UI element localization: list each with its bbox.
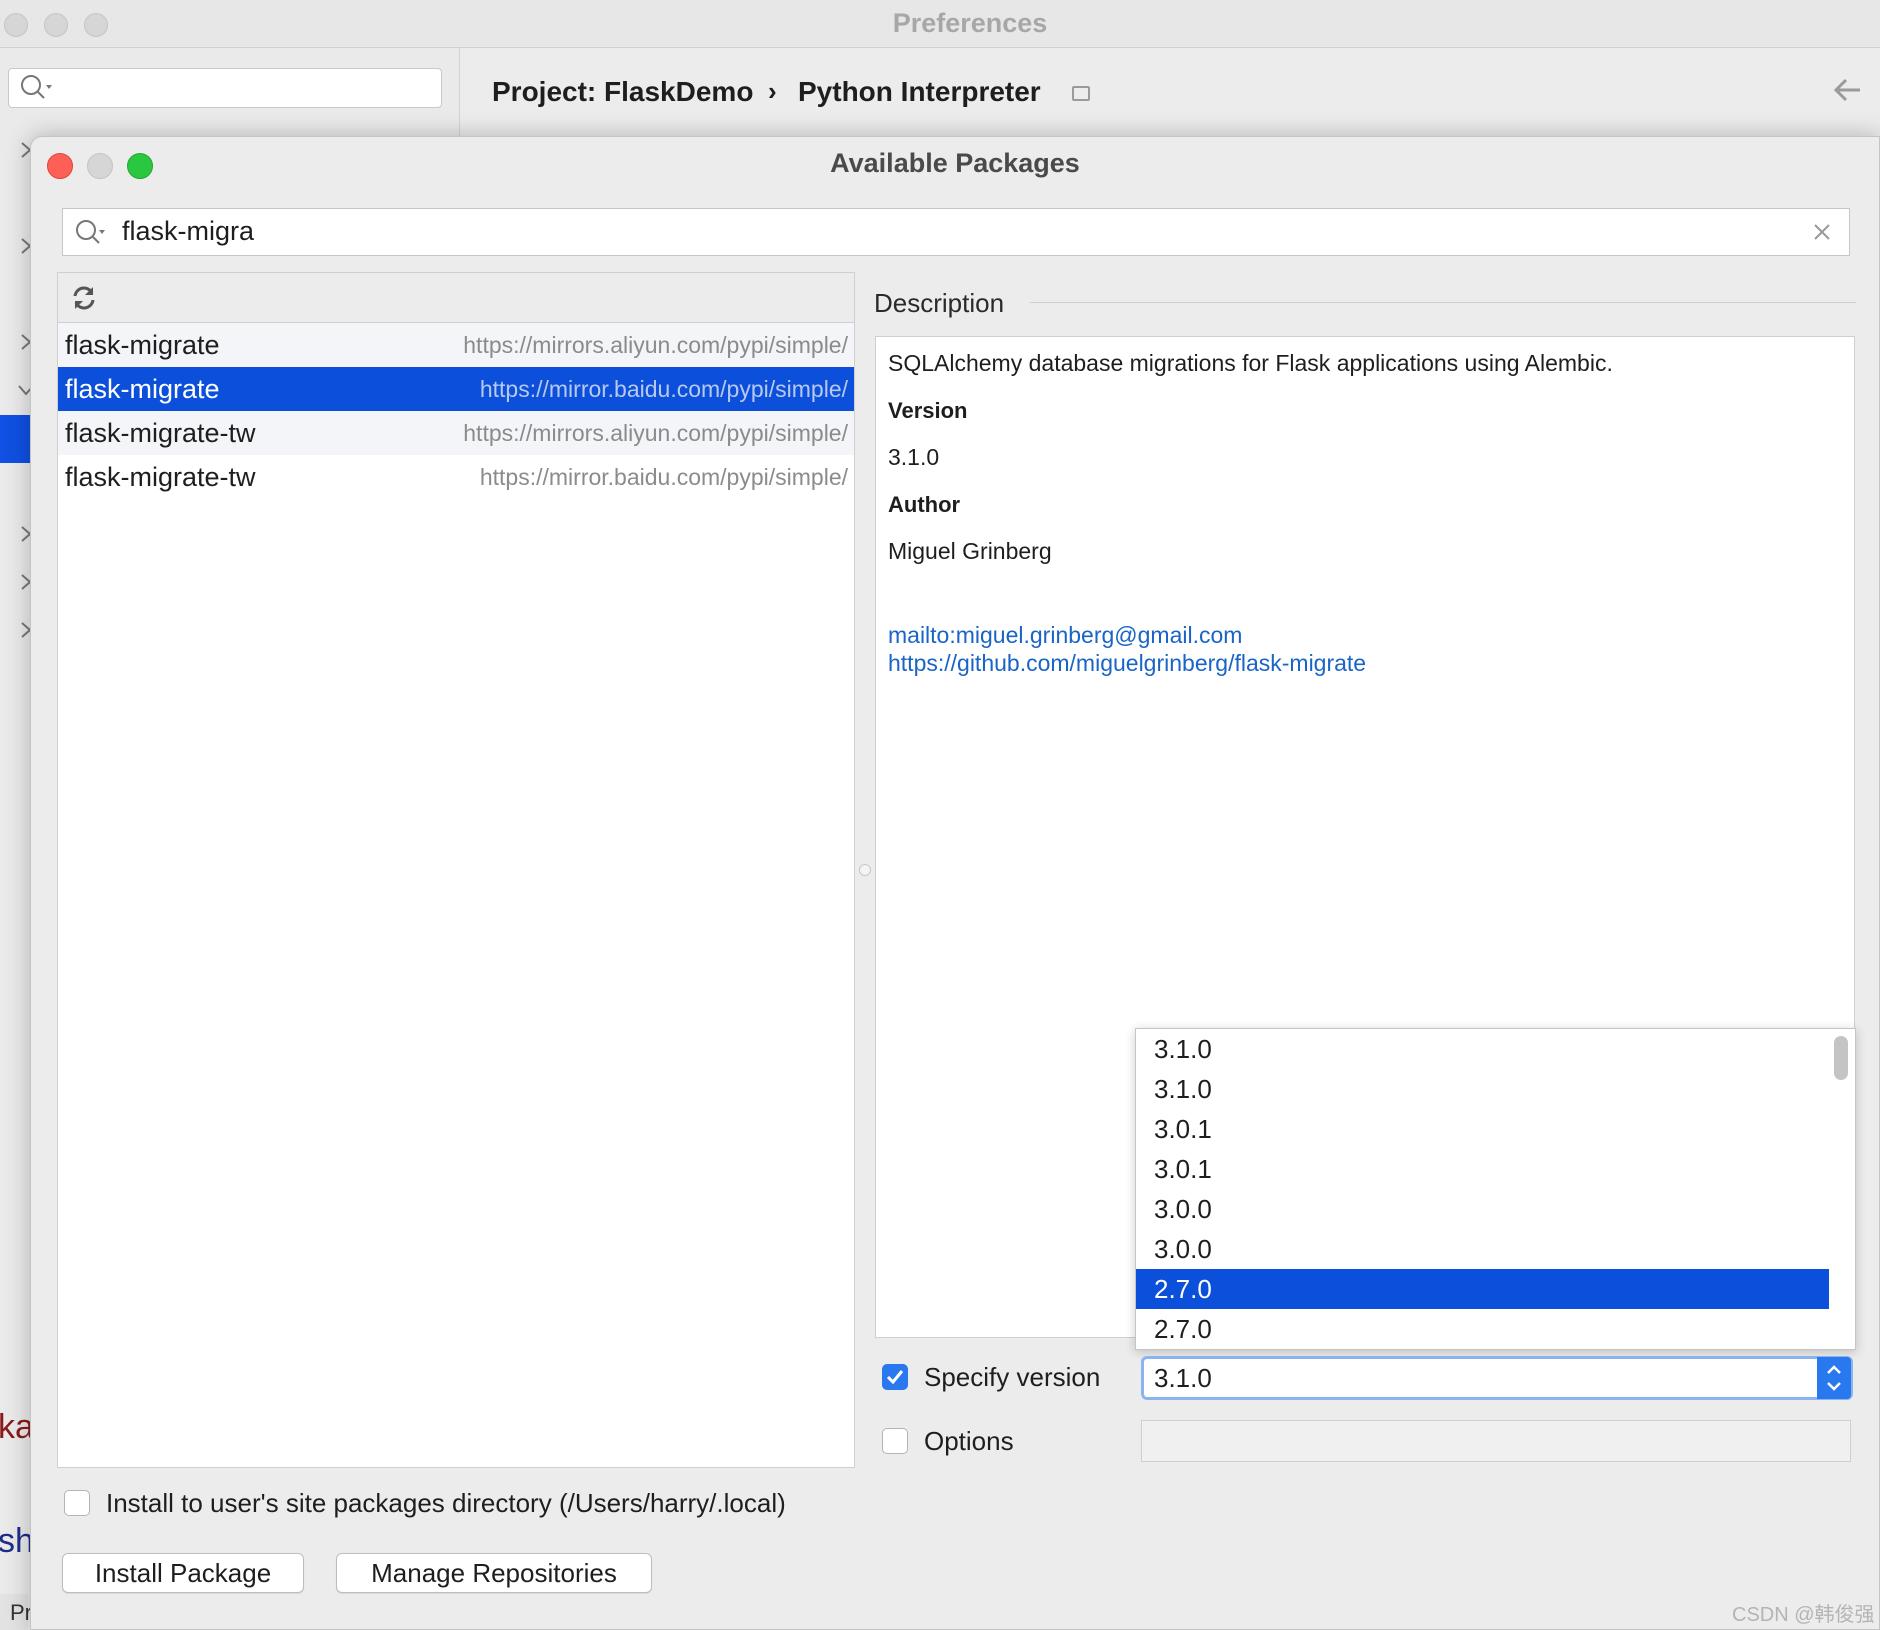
version-dropdown-list[interactable]: 3.1.0 3.1.0 3.0.1 3.0.1 3.0.0 3.0.0 2.7.0 2.7.0 [1135,1028,1856,1350]
repository-link[interactable]: https://github.com/miguelgrinberg/flask-… [888,650,1366,677]
package-name: flask-migrate-tw [65,461,256,492]
search-icon [21,75,52,99]
breadcrumb-separator: › [768,76,777,106]
install-to-user-label[interactable]: Install to user's site packages director… [106,1488,786,1519]
version-option[interactable]: 3.0.0 [1136,1189,1829,1229]
install-package-button[interactable]: Install Package [62,1553,304,1593]
package-name: flask-migrate-tw [65,417,256,448]
package-list-toolbar [57,272,855,322]
dialog-title: Available Packages [830,148,1080,178]
package-repository-url: https://mirror.baidu.com/pypi/simple/ [479,463,848,490]
package-repository-url: https://mirror.baidu.com/pypi/simple/ [479,375,848,402]
clear-search-icon[interactable] [1810,220,1834,244]
breadcrumb-project[interactable]: Project: FlaskDemo [492,76,753,108]
options-input[interactable] [1141,1420,1851,1462]
version-option[interactable]: 3.0.1 [1136,1149,1829,1189]
version-option[interactable]: 2.7.0 [1136,1309,1829,1349]
select-arrows-icon[interactable] [1817,1357,1851,1399]
package-row[interactable]: flask-migrate-tw https://mirror.baidu.com… [58,455,854,499]
project-scope-icon [1072,86,1090,101]
manage-repositories-button[interactable]: Manage Repositories [336,1553,652,1593]
preferences-search-input[interactable] [8,68,442,108]
back-arrow-icon[interactable] [1832,74,1864,106]
package-row[interactable]: flask-migrate https://mirrors.aliyun.com/… [58,323,854,367]
version-value: 3.1.0 [888,444,940,470]
watermark: CSDN @韩俊强 [1732,1604,1875,1626]
options-checkbox[interactable] [882,1428,908,1454]
search-input-value[interactable]: flask-migra [122,216,254,247]
description-divider [1030,302,1856,303]
version-select-value[interactable]: 3.1.0 [1154,1363,1212,1394]
background-editor-text: sh [0,1522,34,1560]
specify-version-label[interactable]: Specify version [924,1362,1100,1393]
description-label: Description [874,288,1005,318]
package-list[interactable]: flask-migrate https://mirrors.aliyun.com/… [57,322,855,1468]
version-option[interactable]: 2.7.0 [1136,1269,1829,1309]
refresh-icon[interactable] [70,284,98,312]
author-email-link[interactable]: mailto:miguel.grinberg@gmail.com [888,622,1242,649]
install-to-user-checkbox[interactable] [64,1490,90,1516]
splitter-handle[interactable] [859,864,871,876]
version-option[interactable]: 3.0.0 [1136,1229,1829,1269]
preferences-title: Preferences [892,8,1048,38]
package-summary: SQLAlchemy database migrations for Flask… [888,350,1613,376]
package-repository-url: https://mirrors.aliyun.com/pypi/simple/ [463,331,848,358]
author-heading: Author [888,492,961,517]
version-select[interactable] [1141,1356,1853,1400]
options-label[interactable]: Options [924,1426,1014,1457]
package-repository-url: https://mirrors.aliyun.com/pypi/simple/ [463,419,848,446]
version-option[interactable]: 3.0.1 [1136,1109,1829,1149]
search-icon [76,220,105,244]
package-name: flask-migrate [65,373,220,404]
package-search-input[interactable] [62,208,1850,256]
specify-version-checkbox[interactable] [882,1364,908,1390]
version-list-scrollbar[interactable] [1834,1036,1848,1080]
breadcrumb-current-page: Python Interpreter [798,76,1041,107]
version-option[interactable]: 3.1.0 [1136,1069,1829,1109]
version-heading: Version [888,398,968,423]
package-row[interactable]: flask-migrate https://mirror.baidu.com/py… [58,367,854,411]
sidebar-selected-item[interactable] [0,415,32,463]
checkmark-icon [886,1370,904,1385]
author-value: Miguel Grinberg [888,538,1052,564]
package-row[interactable]: flask-migrate-tw https://mirrors.aliyun.c… [58,411,854,455]
version-option[interactable]: 3.1.0 [1136,1029,1829,1069]
background-status-text: Pr [10,1600,32,1625]
package-name: flask-migrate [65,329,220,360]
